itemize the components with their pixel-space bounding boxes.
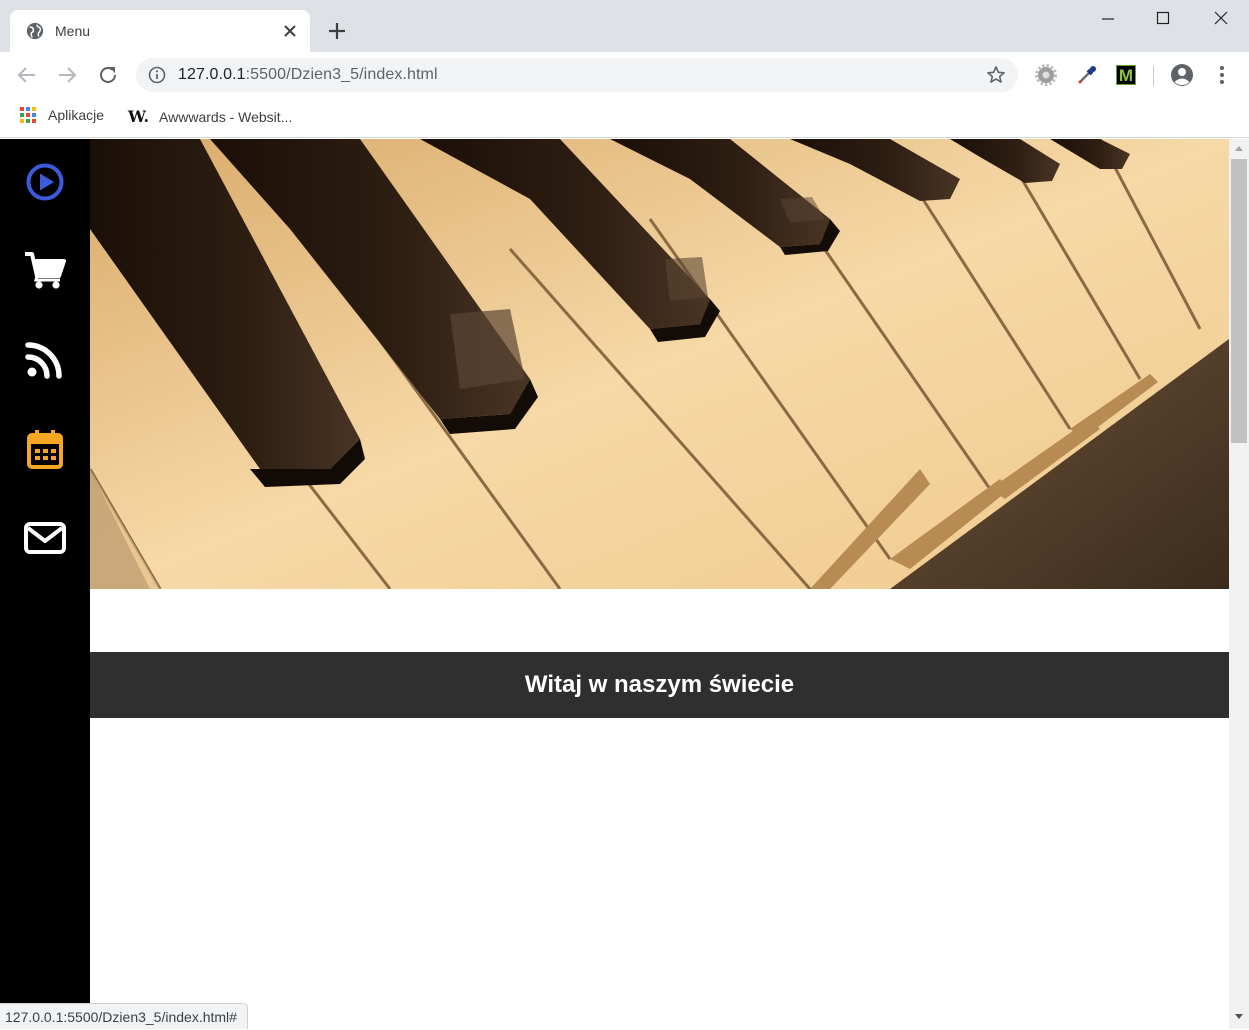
- banner-title: Witaj w naszym świecie: [524, 671, 795, 698]
- bookmark-apps[interactable]: Aplikacje: [20, 107, 104, 123]
- browser-titlebar: Menu: [0, 0, 1249, 52]
- play-circle-icon: [26, 163, 64, 201]
- apps-grid-icon: [20, 107, 36, 123]
- url-path: :5500/Dzien3_5/index.html: [245, 66, 438, 83]
- new-tab-plus-icon[interactable]: [326, 20, 348, 42]
- bookmark-awwwards-label: Awwwards - Websit...: [159, 108, 293, 125]
- toolbar-separator: [1153, 66, 1154, 86]
- maximize-icon[interactable]: [1140, 6, 1186, 32]
- window-close-icon[interactable]: [1198, 6, 1244, 32]
- back-arrow-icon[interactable]: [14, 62, 40, 88]
- extension-gear-icon[interactable]: [1035, 64, 1057, 86]
- calendar-icon: [27, 430, 63, 469]
- eyedropper-extension-icon[interactable]: [1076, 64, 1098, 86]
- forward-arrow-icon[interactable]: [54, 62, 80, 88]
- welcome-banner: Witaj w naszym świecie: [90, 652, 1229, 718]
- browser-tab[interactable]: Menu: [10, 10, 310, 52]
- reload-icon[interactable]: [95, 62, 121, 88]
- bookmark-awwwards[interactable]: W. Awwwards - Websit...: [128, 107, 292, 126]
- globe-icon: [26, 22, 44, 40]
- scrollbar-thumb[interactable]: [1231, 159, 1247, 443]
- vertical-scrollbar[interactable]: [1229, 139, 1249, 1029]
- url-text[interactable]: 127.0.0.1:5500/Dzien3_5/index.html: [178, 66, 438, 84]
- minimize-icon[interactable]: [1085, 6, 1131, 32]
- sidebar-menu: [0, 139, 90, 1029]
- scroll-up-arrow-icon[interactable]: [1234, 144, 1244, 152]
- envelope-icon: [24, 522, 66, 554]
- awwwards-w-icon: W.: [128, 107, 150, 126]
- profile-avatar-icon[interactable]: [1170, 63, 1194, 87]
- extension-m-icon[interactable]: M: [1116, 65, 1136, 85]
- more-menu-icon[interactable]: [1212, 64, 1232, 86]
- url-host: 127.0.0.1: [178, 66, 246, 83]
- browser-toolbar: 127.0.0.1:5500/Dzien3_5/index.html M: [0, 52, 1249, 98]
- address-bar[interactable]: 127.0.0.1:5500/Dzien3_5/index.html: [136, 58, 1018, 92]
- bookmarks-bar: Aplikacje W. Awwwards - Websit...: [0, 98, 1249, 138]
- shopping-cart-icon: [25, 252, 66, 289]
- status-bar-url: 127.0.0.1:5500/Dzien3_5/index.html#: [0, 1003, 248, 1029]
- info-icon[interactable]: [148, 66, 166, 84]
- close-icon[interactable]: [280, 21, 300, 41]
- page-viewport: Witaj w naszym świecie: [0, 139, 1249, 1029]
- bookmark-apps-label: Aplikacje: [48, 107, 105, 123]
- bookmark-star-icon[interactable]: [986, 65, 1006, 85]
- tab-title: Menu: [55, 23, 91, 39]
- scroll-down-arrow-icon[interactable]: [1234, 1013, 1244, 1021]
- piano-keys-illustration: [90, 139, 1229, 589]
- rss-feed-icon: [25, 342, 62, 379]
- hero-image-piano-keys: [90, 139, 1229, 589]
